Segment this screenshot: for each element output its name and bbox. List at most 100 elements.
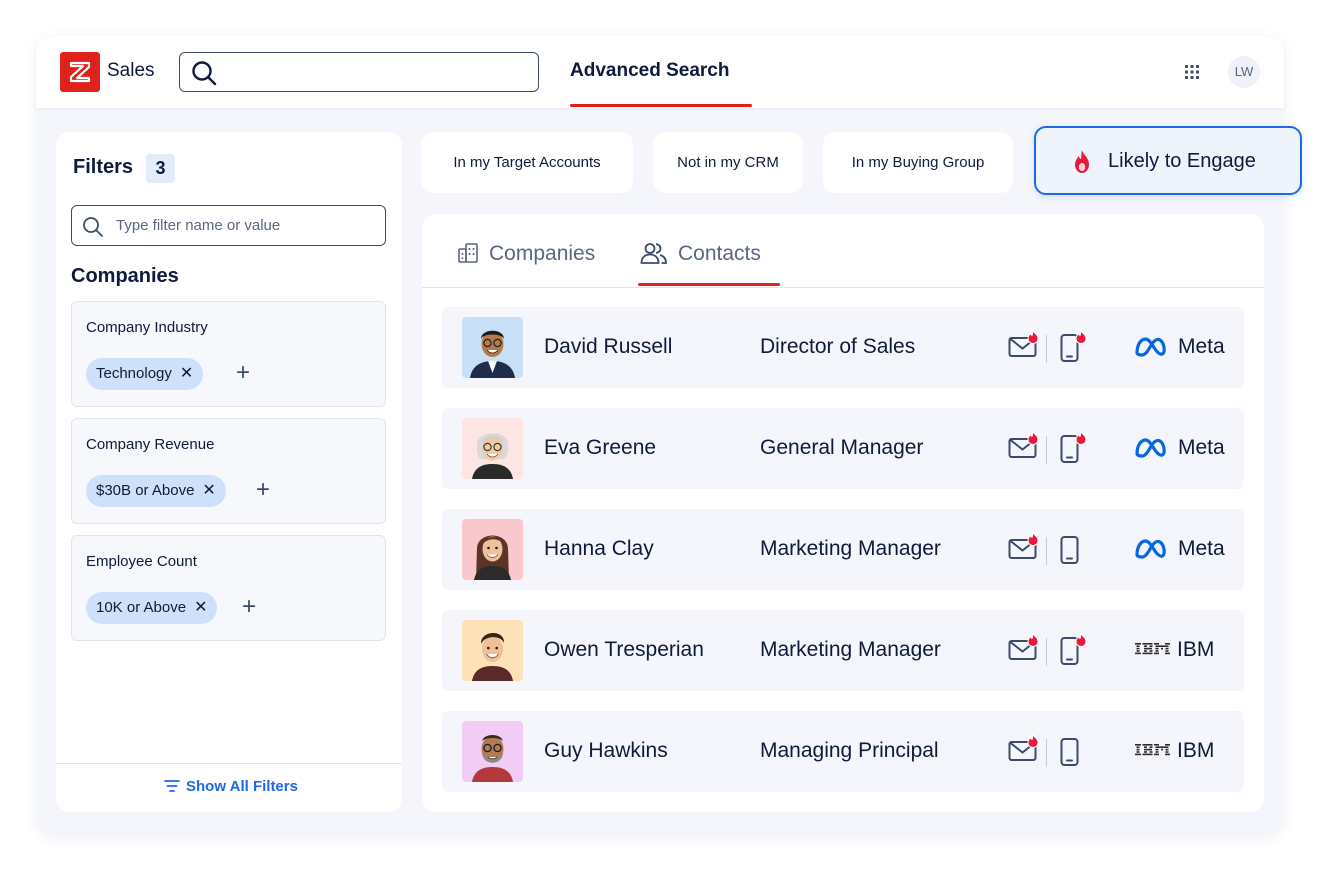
filter-chip[interactable]: Technology ✕ [86,358,204,390]
building-icon [458,243,478,263]
email-hot-icon[interactable] [1008,430,1042,460]
phone-hot-icon[interactable] [1060,329,1090,363]
quick-filter-not-in-crm[interactable]: Not in my CRM [653,132,803,193]
filter-search[interactable] [71,205,386,246]
contact-job-title: General Manager [760,436,924,459]
app-window: Sales Advanced Search LW Filters 3 Type … [36,36,1302,836]
people-icon [640,243,667,264]
contact-job-title: Marketing Manager [760,638,941,661]
phone-icon[interactable] [1060,531,1090,565]
separator [1046,436,1047,464]
tab-advanced-search[interactable]: Advanced Search [570,60,729,82]
contact-name[interactable]: David Russell [544,335,672,359]
company-name[interactable]: IBM [1177,638,1214,662]
quick-filter-buying-group[interactable]: In my Buying Group [823,132,1013,193]
add-filter-icon[interactable]: + [236,359,250,387]
phone-icon[interactable] [1060,733,1090,767]
email-hot-icon[interactable] [1008,733,1042,763]
tab-contacts[interactable]: Contacts [640,242,761,266]
contact-name[interactable]: Eva Greene [544,436,656,460]
separator [1046,739,1047,767]
add-filter-icon[interactable]: + [242,593,256,621]
contact-photo [462,721,523,782]
contact-name[interactable]: Owen Tresperian [544,638,704,662]
tab-label: Contacts [678,242,761,265]
ibm-logo-icon [1135,643,1170,655]
contact-name[interactable]: Guy Hawkins [544,739,668,763]
section-title-companies: Companies [71,265,179,287]
quick-filter-label: Likely to Engage [1108,150,1256,172]
contact-photo [462,418,523,479]
filters-title: Filters [73,156,134,178]
active-tab-indicator [570,104,752,107]
contact-job-title: Director of Sales [760,335,916,358]
active-tab-indicator [638,283,780,286]
filter-chip[interactable]: $30B or Above ✕ [86,475,226,507]
global-search-input[interactable] [224,59,524,85]
separator [1046,335,1047,363]
separator [1046,537,1047,565]
filter-card-industry[interactable]: Company Industry Technology ✕ + [71,301,386,407]
company-name[interactable]: IBM [1177,739,1214,763]
chip-label: Technology [96,365,172,382]
contact-photo [462,519,523,580]
phone-hot-icon[interactable] [1060,632,1090,666]
filter-name: Company Industry [86,319,208,336]
show-all-filters-label: Show All Filters [186,778,298,795]
contact-row[interactable]: David Russell Director of Sales Meta [442,307,1244,388]
contact-row[interactable]: Owen Tresperian Marketing Manager IBM [442,610,1244,691]
filter-search-input[interactable] [116,214,376,236]
tab-companies[interactable]: Companies [457,242,595,266]
contact-row[interactable]: Eva Greene General Manager Meta [442,408,1244,489]
email-hot-icon[interactable] [1008,632,1042,662]
contact-photo [462,317,523,378]
show-all-filters-button[interactable]: Show All Filters [164,778,298,795]
remove-chip-icon[interactable]: ✕ [194,592,207,624]
results-panel: Companies Contacts David Russell Directo… [422,214,1264,812]
filter-card-revenue[interactable]: Company Revenue $30B or Above ✕ + [71,418,386,524]
company-name[interactable]: Meta [1178,436,1225,460]
quick-filter-target-accounts[interactable]: In my Target Accounts [421,132,633,193]
add-filter-icon[interactable]: + [256,476,270,504]
meta-logo-icon [1135,539,1166,559]
filter-chip[interactable]: 10K or Above ✕ [86,592,218,624]
divider [56,763,402,764]
filters-panel: Filters 3 Companies Company Industry Tec… [56,132,402,812]
remove-chip-icon[interactable]: ✕ [180,358,193,390]
contact-job-title: Marketing Manager [760,537,941,560]
phone-hot-icon[interactable] [1060,430,1090,464]
global-search[interactable] [179,52,539,92]
chip-label: $30B or Above [96,482,195,499]
contact-row[interactable]: Hanna Clay Marketing Manager Meta [442,509,1244,590]
contact-name[interactable]: Hanna Clay [544,537,654,561]
meta-logo-icon [1135,438,1166,458]
filter-lines-icon [164,780,180,792]
contact-row[interactable]: Guy Hawkins Managing Principal IBM [442,711,1244,792]
separator [1046,638,1047,666]
email-hot-icon[interactable] [1008,531,1042,561]
contact-photo [462,620,523,681]
search-icon [83,217,103,237]
zoominfo-logo[interactable] [60,52,100,92]
company-name[interactable]: Meta [1178,335,1225,359]
ibm-logo-icon [1135,744,1170,756]
filter-name: Company Revenue [86,436,215,453]
filter-card-employee-count[interactable]: Employee Count 10K or Above ✕ + [71,535,386,641]
filter-name: Employee Count [86,553,197,570]
app-grid-icon[interactable] [1184,64,1200,80]
email-hot-icon[interactable] [1008,329,1042,359]
filters-count-badge: 3 [146,154,175,183]
search-icon [192,61,217,86]
company-name[interactable]: Meta [1178,537,1225,561]
chip-label: 10K or Above [96,599,187,616]
tab-label: Companies [489,242,596,265]
user-avatar[interactable]: LW [1228,56,1260,88]
contact-job-title: Managing Principal [760,739,939,762]
divider [422,287,1264,288]
quick-filter-likely-to-engage[interactable]: Likely to Engage [1034,126,1302,195]
meta-logo-icon [1135,337,1166,357]
top-bar: Sales Advanced Search LW [36,36,1284,108]
remove-chip-icon[interactable]: ✕ [202,475,215,507]
flame-icon [1075,150,1089,173]
app-name: Sales [107,60,155,81]
